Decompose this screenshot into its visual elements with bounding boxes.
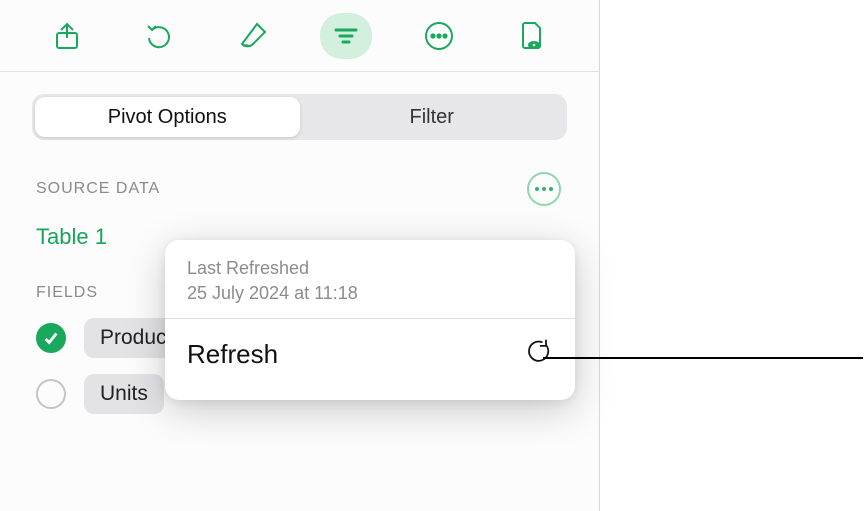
refresh-popover: Last Refreshed 25 July 2024 at 11:18 Ref… [165, 240, 575, 400]
source-data-header-row: SOURCE DATA [36, 172, 563, 206]
tab-label: Filter [410, 106, 454, 129]
last-refreshed-label: Last Refreshed [187, 258, 553, 279]
document-options-button[interactable] [506, 13, 558, 59]
field-label: Units [100, 382, 148, 405]
source-data-more-button[interactable] [527, 172, 561, 206]
undo-button[interactable] [134, 13, 186, 59]
callout-leader-line [543, 357, 863, 359]
refresh-row[interactable]: Refresh [165, 319, 575, 389]
undo-icon [144, 20, 176, 52]
ellipsis-icon [535, 187, 553, 191]
format-brush-button[interactable] [227, 13, 279, 59]
more-button[interactable] [413, 13, 465, 59]
refresh-label: Refresh [187, 339, 278, 370]
document-eye-icon [516, 20, 548, 52]
paintbrush-icon [237, 20, 269, 52]
refresh-icon [525, 338, 553, 371]
share-icon [51, 20, 83, 52]
tab-segmented-control: Pivot Options Filter [32, 94, 567, 140]
checkmark-icon [42, 329, 60, 347]
share-button[interactable] [41, 13, 93, 59]
toolbar [0, 0, 599, 72]
popover-info: Last Refreshed 25 July 2024 at 11:18 [165, 240, 575, 319]
tab-filter[interactable]: Filter [300, 97, 565, 137]
field-pill-units[interactable]: Units [84, 374, 164, 414]
field-checkbox-units[interactable] [36, 379, 66, 409]
field-label: Product [100, 326, 172, 349]
field-checkbox-product[interactable] [36, 323, 66, 353]
organise-button[interactable] [320, 13, 372, 59]
filter-lines-icon [330, 20, 362, 52]
source-data-heading: SOURCE DATA [36, 180, 160, 198]
tab-label: Pivot Options [108, 106, 227, 129]
tab-pivot-options[interactable]: Pivot Options [35, 97, 300, 137]
ellipsis-circle-icon [423, 20, 455, 52]
last-refreshed-value: 25 July 2024 at 11:18 [187, 283, 553, 304]
